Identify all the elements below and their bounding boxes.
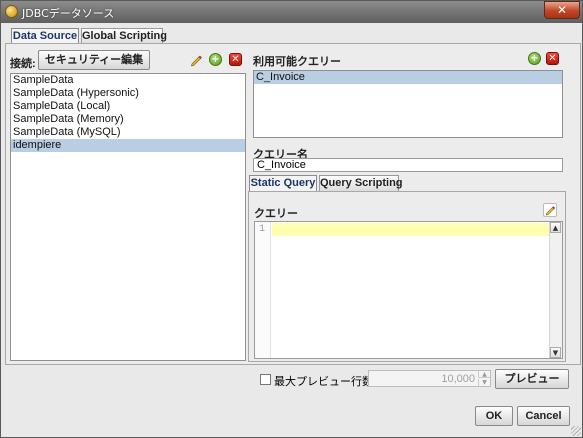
tab-static-query[interactable]: Static Query xyxy=(249,175,317,191)
current-line-highlight xyxy=(272,223,549,236)
preview-button[interactable]: プレビュー xyxy=(495,369,569,389)
line-number: 1 xyxy=(259,224,266,235)
line-number-gutter: 1 xyxy=(255,222,271,358)
close-button[interactable]: ✕ xyxy=(544,1,580,19)
list-item-selected[interactable]: idempiere xyxy=(11,139,245,152)
max-preview-label: 最大プレビュー行数 xyxy=(274,376,373,388)
window-title: JDBCデータソース xyxy=(22,7,115,20)
query-name-field[interactable]: C_Invoice xyxy=(253,158,563,172)
delete-query-icon[interactable]: ✕ xyxy=(546,52,559,65)
add-connection-icon[interactable]: + xyxy=(209,53,222,66)
query-editor[interactable]: 1 ▲ ▼ xyxy=(254,221,563,359)
list-item[interactable]: SampleData (MySQL) xyxy=(11,126,245,139)
list-item[interactable]: SampleData (Memory) xyxy=(11,113,245,126)
list-item[interactable]: SampleData (Hypersonic) xyxy=(11,87,245,100)
close-icon: ✕ xyxy=(556,3,568,17)
max-preview-spinner[interactable]: 10,000 ▲ ▼ xyxy=(368,370,491,387)
connection-list[interactable]: SampleData SampleData (Hypersonic) Sampl… xyxy=(10,73,246,361)
ok-button[interactable]: OK xyxy=(475,406,513,426)
add-query-icon[interactable]: + xyxy=(528,52,541,65)
max-preview-checkbox[interactable] xyxy=(260,374,271,385)
vertical-scrollbar[interactable]: ▲ ▼ xyxy=(549,222,562,358)
spinner-up-icon[interactable]: ▲ xyxy=(478,371,490,378)
tab-global-scripting[interactable]: Global Scripting xyxy=(81,28,167,44)
scroll-down-icon[interactable]: ▼ xyxy=(550,347,561,358)
app-icon xyxy=(5,5,18,18)
connection-label: 接続: xyxy=(10,58,36,70)
spinner-down-icon[interactable]: ▼ xyxy=(478,379,490,386)
cancel-button[interactable]: Cancel xyxy=(517,406,570,426)
edit-icon[interactable] xyxy=(189,53,203,67)
edit-security-button[interactable]: セキュリティー編集 xyxy=(38,50,150,70)
max-preview-value: 10,000 xyxy=(441,373,475,385)
edit-query-icon[interactable] xyxy=(543,203,557,217)
scroll-up-icon[interactable]: ▲ xyxy=(550,222,561,233)
query-label: クエリー xyxy=(254,208,298,220)
dialog-window: JDBCデータソース ✕ Data Source Global Scriptin… xyxy=(0,0,583,438)
list-item[interactable]: SampleData xyxy=(11,74,245,87)
tab-data-source[interactable]: Data Source xyxy=(11,28,79,44)
delete-connection-icon[interactable]: ✕ xyxy=(229,53,242,66)
query-list[interactable]: C_Invoice xyxy=(253,70,563,138)
list-item-selected[interactable]: C_Invoice xyxy=(254,71,562,84)
resize-grip[interactable] xyxy=(571,426,581,436)
list-item[interactable]: SampleData (Local) xyxy=(11,100,245,113)
available-queries-label: 利用可能クエリー xyxy=(253,56,341,68)
tab-query-scripting[interactable]: Query Scripting xyxy=(319,175,403,191)
title-bar[interactable]: JDBCデータソース ✕ xyxy=(1,1,582,23)
